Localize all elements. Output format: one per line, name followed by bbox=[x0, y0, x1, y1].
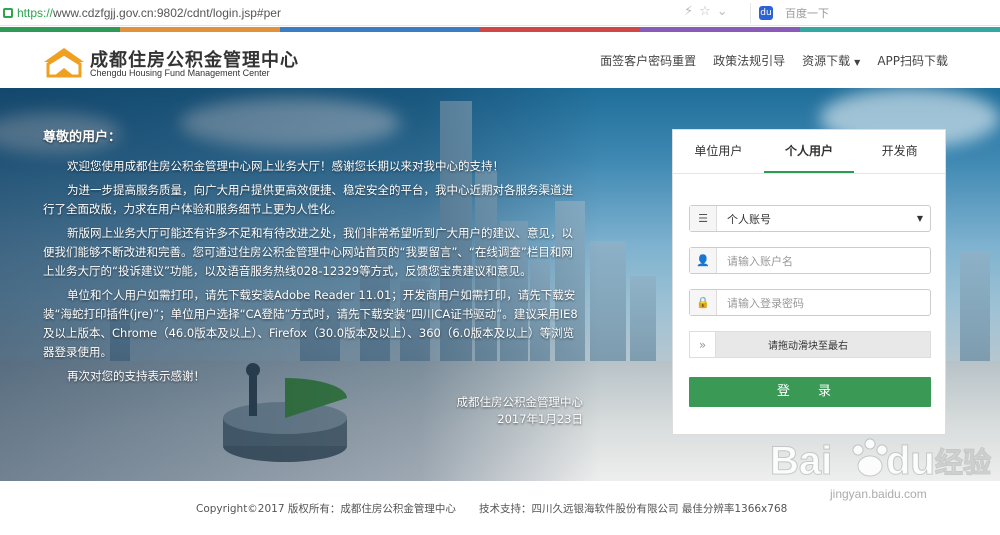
url-path: www.cdzfgjj.gov.cn:9802/cdnt/login.jsp#p… bbox=[53, 5, 281, 20]
secure-lock-icon bbox=[3, 7, 13, 18]
browser-search-box[interactable]: du 百度一下 bbox=[750, 3, 995, 23]
user-type-tabs: 单位用户 个人用户 开发商 bbox=[673, 130, 945, 174]
nav-resource-download[interactable]: 资源下载 ▼ bbox=[802, 52, 860, 69]
login-button[interactable]: 登 录 bbox=[689, 377, 931, 407]
account-name-placeholder: 请输入账户名 bbox=[727, 254, 793, 268]
notice-signature-block: 成都住房公积金管理中心 2017年1月23日 bbox=[43, 394, 584, 428]
drag-verify-slider[interactable]: » 请拖动滑块至最右 bbox=[689, 331, 931, 358]
notice-paragraph: 欢迎您使用成都住房公积金管理中心网上业务大厅！感谢您长期以来对我中心的支持！ bbox=[67, 159, 504, 173]
search-placeholder: 百度一下 bbox=[785, 7, 829, 20]
slider-handle-arrows-icon[interactable]: » bbox=[690, 332, 716, 357]
notice-paragraph: 再次对您的支持表示感谢！ bbox=[67, 369, 205, 383]
watermark-cn: 经验 bbox=[935, 446, 991, 479]
password-placeholder: 请输入登录密码 bbox=[727, 296, 804, 310]
lightning-icon[interactable]: ⚡ bbox=[684, 4, 693, 19]
nav-policy-guide[interactable]: 政策法规引导 bbox=[713, 52, 785, 69]
site-header: 成都住房公积金管理中心 Chengdu Housing Fund Managem… bbox=[0, 32, 1000, 88]
notice-greeting: 尊敬的用户： bbox=[43, 130, 122, 145]
tab-developer[interactable]: 开发商 bbox=[854, 130, 945, 173]
tab-corporate-user[interactable]: 单位用户 bbox=[673, 130, 764, 173]
slider-instruction: 请拖动滑块至最右 bbox=[768, 341, 848, 352]
top-nav: 面签客户密码重置 政策法规引导 资源下载 ▼ APP扫码下载 bbox=[600, 52, 948, 69]
account-type-select[interactable]: ☰ 个人账号 ▼ bbox=[689, 205, 931, 232]
skyscraper bbox=[960, 251, 990, 371]
account-name-input[interactable]: 👤 请输入账户名 bbox=[689, 247, 931, 274]
skyscraper bbox=[630, 276, 656, 371]
notice-paragraph: 为进一步提高服务质量，向广大用户提供更高效便捷、稳定安全的平台，我中心近期对各服… bbox=[43, 183, 573, 216]
watermark-brand: Bai bbox=[770, 439, 832, 483]
notice-paragraph: 新版网上业务大厅可能还有许多不足和有待改进之处，我们非常希望听到广大用户的建议、… bbox=[43, 226, 573, 278]
tab-personal-user[interactable]: 个人用户 bbox=[763, 130, 855, 173]
menu-list-icon: ☰ bbox=[690, 206, 717, 231]
baidu-paw-icon: du bbox=[759, 6, 773, 20]
hero-banner: 尊敬的用户： 欢迎您使用成都住房公积金管理中心网上业务大厅！感谢您长期以来对我中… bbox=[0, 88, 1000, 481]
copyright-text: Copyright©2017 版权所有：成都住房公积金管理中心 bbox=[196, 503, 456, 515]
nav-password-reset[interactable]: 面签客户密码重置 bbox=[600, 52, 696, 69]
notice-date: 2017年1月23日 bbox=[497, 412, 583, 426]
baidu-jingyan-watermark: Bai du 经验 jingyan.baidu.com bbox=[770, 438, 992, 501]
browser-address-bar[interactable]: https://www.cdzfgjj.gov.cn:9802/cdnt/log… bbox=[0, 0, 1000, 26]
user-icon: 👤 bbox=[690, 248, 717, 273]
chevron-down-icon: ▼ bbox=[916, 214, 923, 223]
chevron-down-icon[interactable]: ⌄ bbox=[717, 4, 728, 19]
star-icon[interactable]: ☆ bbox=[699, 4, 711, 19]
nav-app-download[interactable]: APP扫码下载 bbox=[877, 52, 948, 69]
welcome-notice: 尊敬的用户： 欢迎您使用成都住房公积金管理中心网上业务大厅！感谢您长期以来对我中… bbox=[43, 128, 583, 428]
notice-paragraph: 单位和个人用户如需打印，请先下载安装Adobe Reader 11.01；开发商… bbox=[43, 288, 578, 359]
watermark-url: jingyan.baidu.com bbox=[829, 487, 927, 501]
notice-signature: 成都住房公积金管理中心 bbox=[456, 395, 584, 409]
house-logo-icon bbox=[44, 48, 84, 78]
org-name-en: Chengdu Housing Fund Management Center bbox=[90, 68, 270, 78]
watermark-brand-2: du bbox=[886, 439, 935, 483]
nav-resource-download-label: 资源下载 bbox=[802, 54, 851, 68]
caret-down-icon: ▼ bbox=[854, 58, 861, 67]
account-type-value: 个人账号 bbox=[727, 212, 771, 226]
tech-support-text: 技术支持：四川久远银海软件股份有限公司 最佳分辨率1366x768 bbox=[479, 503, 788, 515]
password-input[interactable]: 🔒 请输入登录密码 bbox=[689, 289, 931, 316]
lock-icon: 🔒 bbox=[690, 290, 717, 315]
url-text[interactable]: https://www.cdzfgjj.gov.cn:9802/cdnt/log… bbox=[17, 6, 281, 20]
url-scheme: https:// bbox=[17, 5, 54, 20]
login-panel: 单位用户 个人用户 开发商 ☰ 个人账号 ▼ 👤 请输入账户名 🔒 请输入登录密… bbox=[672, 129, 946, 435]
